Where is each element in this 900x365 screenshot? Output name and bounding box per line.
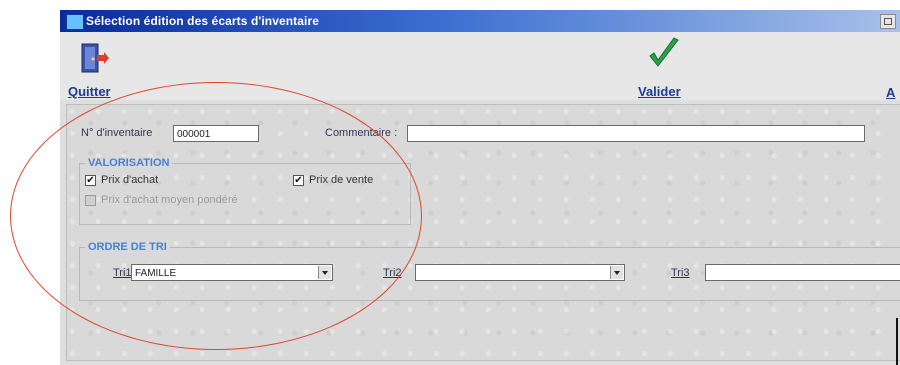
maximize-button[interactable] [880,14,896,29]
quit-label: Quitter [68,84,111,99]
validate-label: Valider [638,84,681,99]
cut-off-toolbar-button[interactable]: A [886,84,900,100]
sort2-dropdown-arrow-icon[interactable] [610,266,623,279]
green-checkmark-icon [649,37,679,67]
window-edge-line [896,318,898,365]
sort3-label: Tri3 [671,267,690,279]
comment-input[interactable] [407,125,865,142]
sort3-select[interactable] [705,264,900,281]
exit-door-icon [81,43,109,73]
quit-button[interactable]: Quitter [64,42,144,99]
window-title: Sélection édition des écarts d'inventair… [86,14,320,28]
validate-button[interactable]: Valider [634,36,724,99]
title-bar[interactable]: Sélection édition des écarts d'inventair… [60,10,900,32]
app-icon [66,14,84,30]
red-annotation-ellipse [10,82,422,350]
sort2-select[interactable] [415,264,625,281]
cut-off-toolbar-label: A [886,85,896,100]
